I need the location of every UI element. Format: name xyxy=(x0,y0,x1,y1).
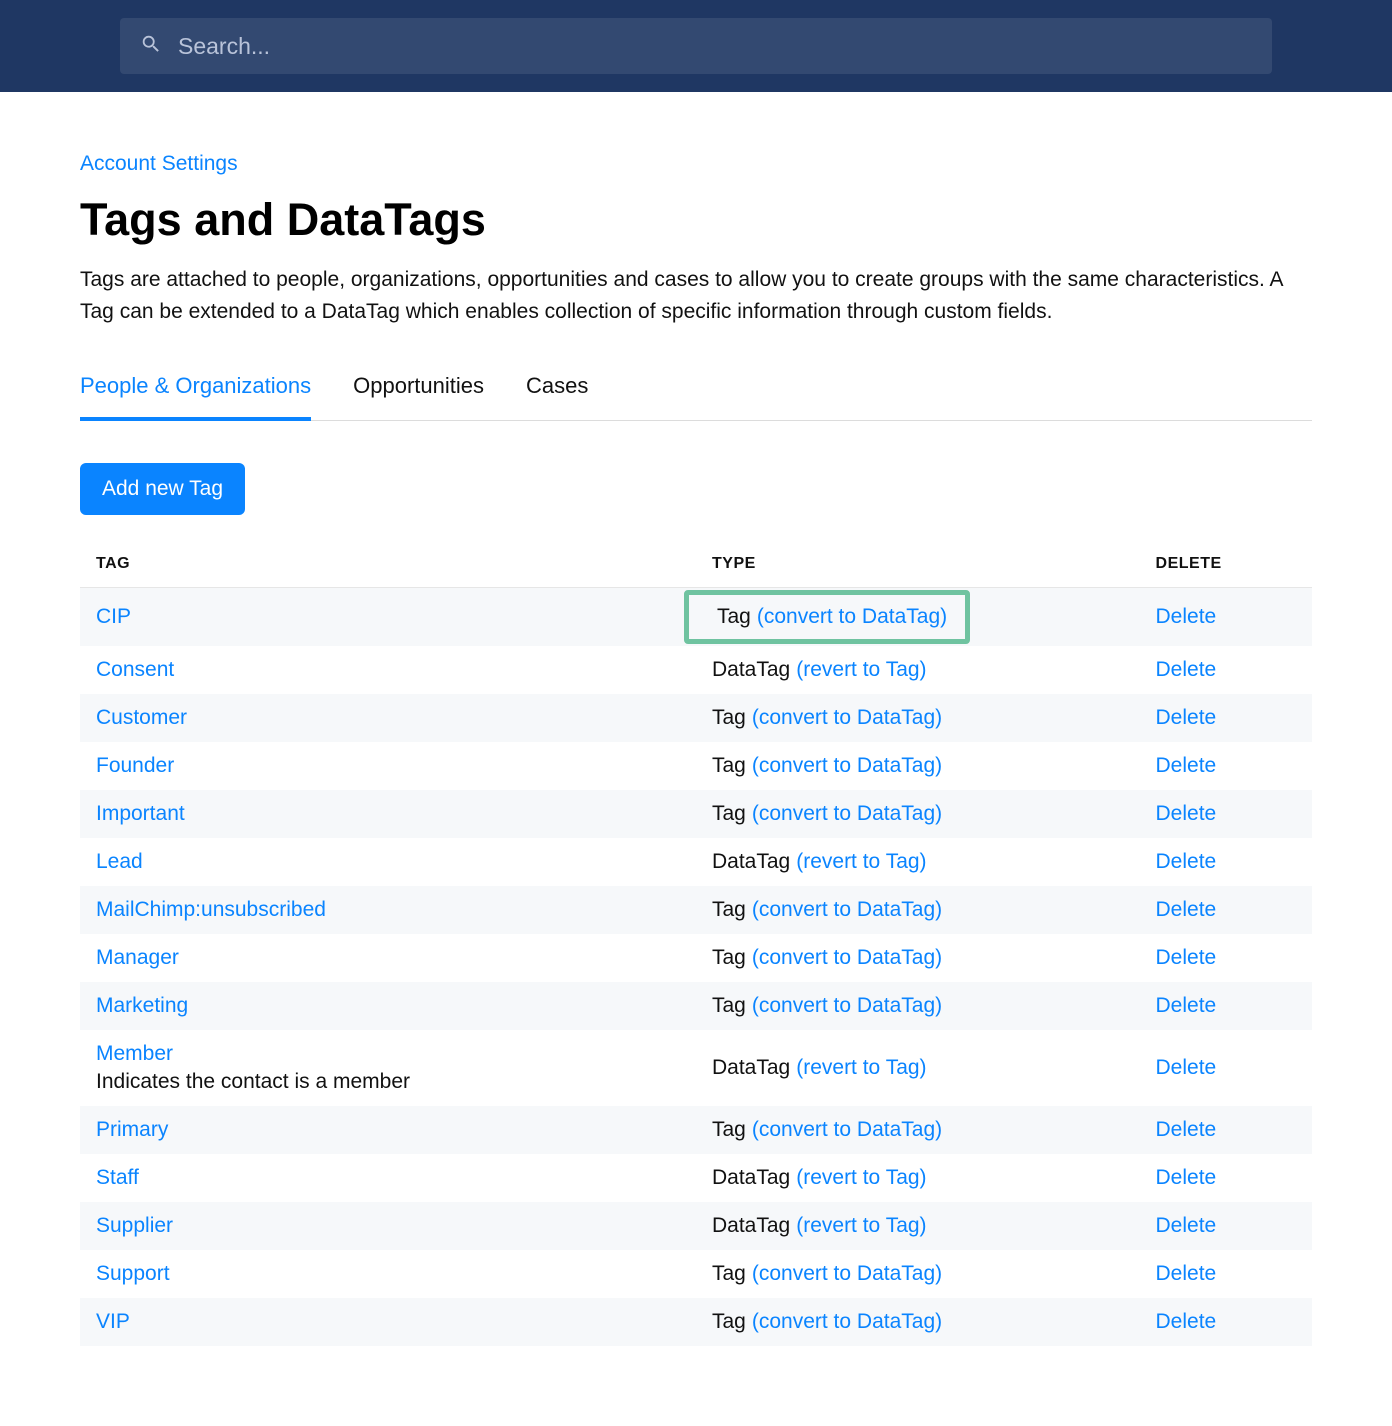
revert-to-tag-link[interactable]: (revert to Tag) xyxy=(796,658,926,682)
type-label: Tag xyxy=(712,898,746,922)
breadcrumb-account-settings[interactable]: Account Settings xyxy=(80,152,238,176)
type-label: Tag xyxy=(712,994,746,1018)
delete-link[interactable]: Delete xyxy=(1156,802,1217,825)
main-content: Account Settings Tags and DataTags Tags … xyxy=(0,92,1392,1426)
delete-link[interactable]: Delete xyxy=(1156,898,1217,921)
convert-to-datatag-link[interactable]: (convert to DataTag) xyxy=(752,898,942,922)
type-label: DataTag xyxy=(712,850,790,874)
delete-link[interactable]: Delete xyxy=(1156,994,1217,1017)
tag-link[interactable]: CIP xyxy=(96,605,131,628)
tab-cases[interactable]: Cases xyxy=(526,373,588,421)
tag-link[interactable]: Supplier xyxy=(96,1214,173,1237)
delete-link[interactable]: Delete xyxy=(1156,1166,1217,1189)
table-row: Manager Tag (convert to DataTag) Delete xyxy=(80,934,1312,982)
convert-to-datatag-link[interactable]: (convert to DataTag) xyxy=(757,605,947,629)
tab-opportunities[interactable]: Opportunities xyxy=(353,373,484,421)
table-row: Important Tag (convert to DataTag) Delete xyxy=(80,790,1312,838)
revert-to-tag-link[interactable]: (revert to Tag) xyxy=(796,1056,926,1080)
delete-link[interactable]: Delete xyxy=(1156,605,1217,628)
delete-link[interactable]: Delete xyxy=(1156,658,1217,681)
tag-link[interactable]: Manager xyxy=(96,946,179,969)
tag-link[interactable]: MailChimp:unsubscribed xyxy=(96,898,326,921)
delete-link[interactable]: Delete xyxy=(1156,1262,1217,1285)
tag-link[interactable]: Support xyxy=(96,1262,170,1285)
convert-to-datatag-link[interactable]: (convert to DataTag) xyxy=(752,754,942,778)
tag-subtext: Indicates the contact is a member xyxy=(96,1070,680,1094)
table-row: Support Tag (convert to DataTag) Delete xyxy=(80,1250,1312,1298)
tabs: People & Organizations Opportunities Cases xyxy=(80,373,1312,421)
convert-to-datatag-link[interactable]: (convert to DataTag) xyxy=(752,1118,942,1142)
search-icon xyxy=(140,33,162,60)
tag-link[interactable]: Consent xyxy=(96,658,174,681)
col-header-tag: TAG xyxy=(80,543,696,588)
delete-link[interactable]: Delete xyxy=(1156,850,1217,873)
tag-link[interactable]: Lead xyxy=(96,850,143,873)
search-container[interactable] xyxy=(120,18,1272,74)
table-row: Supplier DataTag (revert to Tag) Delete xyxy=(80,1202,1312,1250)
highlighted-cell: Tag (convert to DataTag) xyxy=(684,590,970,644)
type-label: Tag xyxy=(712,706,746,730)
delete-link[interactable]: Delete xyxy=(1156,706,1217,729)
tag-link[interactable]: Member xyxy=(96,1042,173,1065)
delete-link[interactable]: Delete xyxy=(1156,754,1217,777)
type-label: Tag xyxy=(712,802,746,826)
type-label: Tag xyxy=(712,1262,746,1286)
tag-link[interactable]: Staff xyxy=(96,1166,139,1189)
table-row: Founder Tag (convert to DataTag) Delete xyxy=(80,742,1312,790)
type-label: DataTag xyxy=(712,1214,790,1238)
convert-to-datatag-link[interactable]: (convert to DataTag) xyxy=(752,1310,942,1334)
type-label: Tag xyxy=(712,946,746,970)
top-bar xyxy=(0,0,1392,92)
tag-link[interactable]: VIP xyxy=(96,1310,130,1333)
revert-to-tag-link[interactable]: (revert to Tag) xyxy=(796,1166,926,1190)
tag-link[interactable]: Founder xyxy=(96,754,174,777)
delete-link[interactable]: Delete xyxy=(1156,1118,1217,1141)
table-row: Marketing Tag (convert to DataTag) Delete xyxy=(80,982,1312,1030)
type-label: Tag xyxy=(712,754,746,778)
type-label: Tag xyxy=(712,1310,746,1334)
table-row: Staff DataTag (revert to Tag) Delete xyxy=(80,1154,1312,1202)
convert-to-datatag-link[interactable]: (convert to DataTag) xyxy=(752,994,942,1018)
table-row: Customer Tag (convert to DataTag) Delete xyxy=(80,694,1312,742)
type-label: Tag xyxy=(712,1118,746,1142)
page-title: Tags and DataTags xyxy=(80,194,1312,246)
delete-link[interactable]: Delete xyxy=(1156,1310,1217,1333)
page-description: Tags are attached to people, organizatio… xyxy=(80,264,1312,327)
revert-to-tag-link[interactable]: (revert to Tag) xyxy=(796,1214,926,1238)
search-input[interactable] xyxy=(178,33,1252,60)
col-header-type: TYPE xyxy=(696,543,1140,588)
convert-to-datatag-link[interactable]: (convert to DataTag) xyxy=(752,1262,942,1286)
table-row: Lead DataTag (revert to Tag) Delete xyxy=(80,838,1312,886)
tag-link[interactable]: Marketing xyxy=(96,994,188,1017)
convert-to-datatag-link[interactable]: (convert to DataTag) xyxy=(752,946,942,970)
type-label: DataTag xyxy=(712,658,790,682)
tag-link[interactable]: Important xyxy=(96,802,185,825)
table-row: MailChimp:unsubscribed Tag (convert to Da… xyxy=(80,886,1312,934)
delete-link[interactable]: Delete xyxy=(1156,1056,1217,1079)
table-row: Primary Tag (convert to DataTag) Delete xyxy=(80,1106,1312,1154)
tags-table: TAG TYPE DELETE CIP Tag (convert to DataT… xyxy=(80,543,1312,1346)
revert-to-tag-link[interactable]: (revert to Tag) xyxy=(796,850,926,874)
add-new-tag-button[interactable]: Add new Tag xyxy=(80,463,245,515)
tab-people-organizations[interactable]: People & Organizations xyxy=(80,373,311,421)
table-row: Consent DataTag (revert to Tag) Delete xyxy=(80,646,1312,694)
tag-link[interactable]: Customer xyxy=(96,706,187,729)
type-label: DataTag xyxy=(712,1056,790,1080)
type-label: Tag xyxy=(717,605,751,629)
col-header-delete: DELETE xyxy=(1140,543,1312,588)
type-label: DataTag xyxy=(712,1166,790,1190)
delete-link[interactable]: Delete xyxy=(1156,1214,1217,1237)
tag-link[interactable]: Primary xyxy=(96,1118,168,1141)
convert-to-datatag-link[interactable]: (convert to DataTag) xyxy=(752,706,942,730)
table-row: Member Indicates the contact is a member D… xyxy=(80,1030,1312,1106)
convert-to-datatag-link[interactable]: (convert to DataTag) xyxy=(752,802,942,826)
table-row: VIP Tag (convert to DataTag) Delete xyxy=(80,1298,1312,1346)
delete-link[interactable]: Delete xyxy=(1156,946,1217,969)
table-row: CIP Tag (convert to DataTag) Delete xyxy=(80,588,1312,647)
